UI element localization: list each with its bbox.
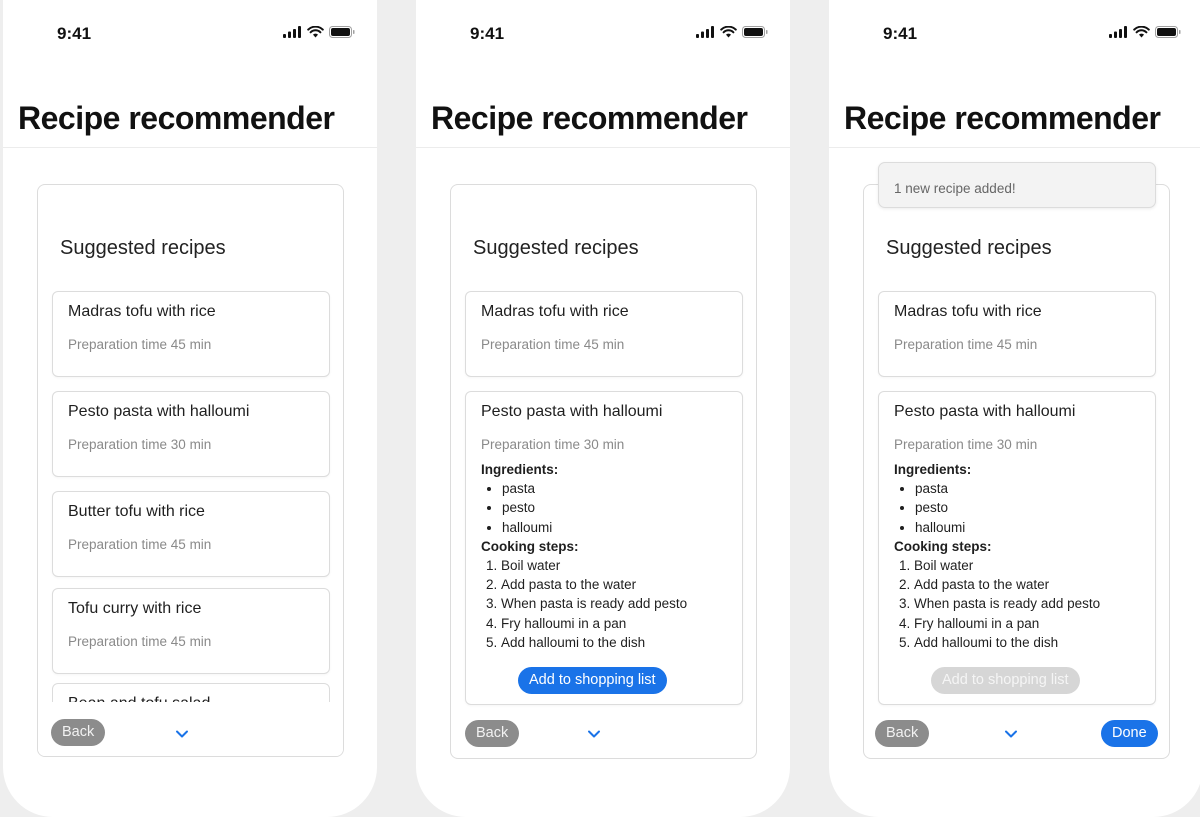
cooking-step: When pasta is ready add pesto	[501, 594, 687, 613]
battery-icon	[742, 26, 768, 38]
status-time: 9:41	[57, 24, 92, 43]
done-button[interactable]: Done	[1101, 720, 1158, 747]
cooking-steps-heading: Cooking steps:	[894, 538, 992, 554]
recipe-card-expanded[interactable]: Pesto pasta with halloumi Preparation ti…	[878, 391, 1156, 705]
ingredient-item: halloumi	[915, 518, 1100, 537]
header-divider	[829, 147, 1200, 148]
suggestions-sheet: Suggested recipes Madras tofu with rice …	[863, 184, 1170, 759]
recipe-name: Madras tofu with rice	[481, 303, 629, 320]
battery-icon	[1155, 26, 1181, 38]
cooking-steps-list: Boil water Add pasta to the water When p…	[481, 556, 687, 652]
recipe-prep-time: Preparation time 45 min	[68, 634, 212, 649]
toast-notification: 1 new recipe added!	[878, 162, 1156, 208]
recipe-name: Tofu curry with rice	[68, 600, 202, 617]
recipe-name: Butter tofu with rice	[68, 503, 205, 520]
ingredients-list: pasta pesto halloumi	[481, 479, 687, 537]
ingredient-item: pesto	[915, 498, 1100, 517]
sheet-title: Suggested recipes	[60, 237, 226, 259]
recipe-name: Pesto pasta with halloumi	[68, 403, 250, 420]
recipe-card-expanded[interactable]: Pesto pasta with halloumi Preparation ti…	[465, 391, 743, 705]
cooking-step: Boil water	[914, 556, 1100, 575]
ingredients-heading: Ingredients:	[894, 462, 972, 477]
recipe-details: Ingredients: pasta pesto halloumi Cookin…	[894, 460, 1100, 652]
recipe-prep-time: Preparation time 45 min	[481, 337, 625, 352]
ingredient-item: halloumi	[502, 518, 687, 537]
cooking-step: Add halloumi to the dish	[914, 633, 1100, 652]
chevron-down-icon[interactable]	[174, 729, 190, 739]
back-button[interactable]: Back	[51, 719, 106, 746]
cooking-step: Fry halloumi in a pan	[501, 614, 687, 633]
recipe-prep-time: Preparation time 45 min	[68, 337, 212, 352]
cooking-steps-list: Boil water Add pasta to the water When p…	[894, 556, 1100, 652]
recipe-prep-time: Preparation time 30 min	[68, 437, 212, 452]
wifi-icon	[307, 26, 324, 38]
back-button[interactable]: Back	[875, 720, 930, 747]
chevron-down-icon[interactable]	[586, 729, 602, 739]
cellular-signal-icon	[283, 26, 301, 38]
cellular-signal-icon	[1109, 26, 1127, 38]
ingredient-item: pasta	[915, 479, 1100, 498]
recipe-card[interactable]: Tofu curry with rice Preparation time 45…	[52, 588, 330, 674]
recipe-prep-time: Preparation time 45 min	[894, 337, 1038, 352]
status-bar: 9:41	[3, 24, 377, 44]
phone-screen-list: 9:41 Recipe recommender Suggested recipe…	[3, 0, 377, 817]
cooking-step: Add pasta to the water	[501, 575, 687, 594]
ingredient-item: pesto	[502, 498, 687, 517]
wifi-icon	[720, 26, 737, 38]
phone-screen-expanded: 9:41 Recipe recommender Suggested recipe…	[416, 0, 790, 817]
recipe-card[interactable]: Madras tofu with rice Preparation time 4…	[52, 291, 330, 377]
recipe-prep-time: Preparation time 45 min	[68, 537, 212, 552]
add-to-shopping-list-button-disabled: Add to shopping list	[931, 667, 1080, 694]
cooking-step: Fry halloumi in a pan	[914, 614, 1100, 633]
recipe-card[interactable]: Pesto pasta with halloumi Preparation ti…	[52, 391, 330, 477]
recipe-prep-time: Preparation time 30 min	[894, 437, 1038, 452]
recipe-name: Pesto pasta with halloumi	[894, 403, 1076, 420]
ingredients-heading: Ingredients:	[481, 462, 559, 477]
page-title: Recipe recommender	[844, 100, 1161, 136]
status-bar: 9:41	[416, 24, 790, 44]
recipe-card[interactable]: Madras tofu with rice Preparation time 4…	[878, 291, 1156, 377]
ingredients-list: pasta pesto halloumi	[894, 479, 1100, 537]
suggestions-sheet: Suggested recipes Madras tofu with rice …	[450, 184, 757, 759]
cooking-step: Add pasta to the water	[914, 575, 1100, 594]
back-button[interactable]: Back	[465, 720, 520, 747]
recipe-details: Ingredients: pasta pesto halloumi Cookin…	[481, 460, 687, 652]
cooking-step: Boil water	[501, 556, 687, 575]
header-divider	[3, 147, 377, 148]
chevron-down-icon[interactable]	[1003, 729, 1019, 739]
cooking-steps-heading: Cooking steps:	[481, 538, 579, 554]
status-time: 9:41	[883, 24, 918, 43]
cellular-signal-icon	[696, 26, 714, 38]
header-divider	[416, 147, 790, 148]
page-title: Recipe recommender	[431, 100, 748, 136]
status-bar: 9:41	[829, 24, 1200, 44]
cooking-step: Add halloumi to the dish	[501, 633, 687, 652]
suggestions-sheet: Suggested recipes Madras tofu with rice …	[37, 184, 344, 757]
ingredient-item: pasta	[502, 479, 687, 498]
sheet-title: Suggested recipes	[473, 237, 639, 259]
status-time: 9:41	[470, 24, 505, 43]
recipe-prep-time: Preparation time 30 min	[481, 437, 625, 452]
phone-screen-added: 9:41 Recipe recommender Suggested recipe…	[829, 0, 1200, 817]
recipe-name: Pesto pasta with halloumi	[481, 403, 663, 420]
recipe-name: Madras tofu with rice	[894, 303, 1042, 320]
recipe-card[interactable]: Butter tofu with rice Preparation time 4…	[52, 491, 330, 577]
recipe-card[interactable]: Madras tofu with rice Preparation time 4…	[465, 291, 743, 377]
cooking-step: When pasta is ready add pesto	[914, 594, 1100, 613]
add-to-shopping-list-button[interactable]: Add to shopping list	[518, 667, 667, 694]
toast-message: 1 new recipe added!	[894, 181, 1016, 196]
wifi-icon	[1133, 26, 1150, 38]
recipe-name: Madras tofu with rice	[68, 303, 216, 320]
battery-icon	[329, 26, 355, 38]
sheet-title: Suggested recipes	[886, 237, 1052, 259]
page-title: Recipe recommender	[18, 100, 335, 136]
